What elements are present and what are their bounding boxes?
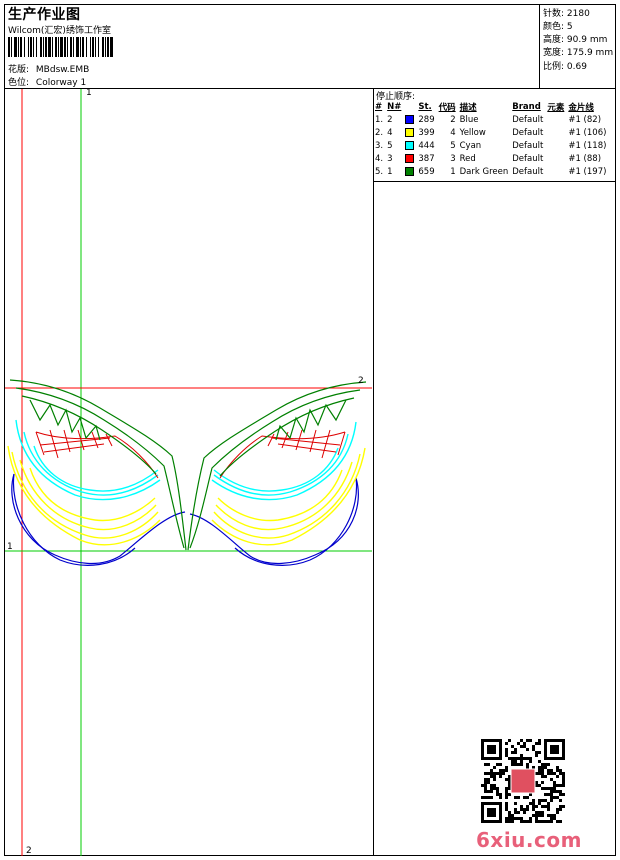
guide-label-bottom-red: 2 — [26, 846, 32, 856]
mask-green-outline — [9, 379, 367, 551]
guide-label-top-green: 1 — [86, 88, 92, 98]
qr-code — [481, 739, 565, 823]
mask-yellow-bands — [7, 445, 366, 546]
design-canvas — [5, 89, 565, 856]
mask-red-hatching — [35, 429, 346, 479]
mask-cyan-bands — [15, 419, 357, 501]
watermark-text: 6xiu.com — [476, 828, 582, 852]
guide-label-left-green: 1 — [7, 542, 13, 552]
guide-label-right-red: 2 — [358, 376, 364, 386]
